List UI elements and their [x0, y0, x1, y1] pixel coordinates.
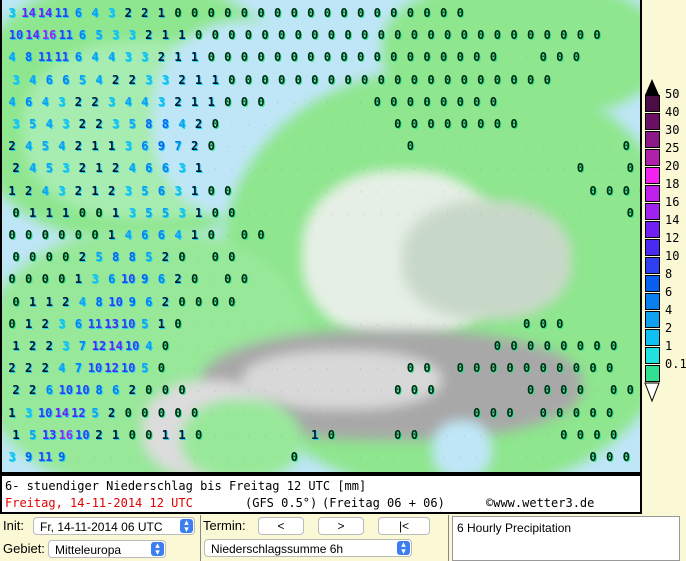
- legend-label: 8: [665, 267, 673, 281]
- legend-label: 16: [665, 195, 680, 209]
- empty-cell: .: [76, 452, 81, 461]
- legend-swatch: [645, 365, 660, 382]
- legend-label: 10: [665, 249, 680, 263]
- empty-cell: .: [126, 452, 131, 461]
- next-button[interactable]: >: [318, 517, 364, 535]
- empty-cell: .: [275, 452, 280, 461]
- empty-cell: .: [424, 452, 430, 461]
- empty-cell: .: [491, 452, 496, 461]
- legend-label: 14: [665, 213, 680, 227]
- termin-label: Termin:: [203, 518, 246, 533]
- legend-label: 2: [665, 321, 673, 335]
- init-label: Init:: [3, 518, 24, 533]
- legend-label: 50: [665, 87, 680, 101]
- legend-swatch: [645, 149, 660, 166]
- empty-cell: .: [391, 452, 396, 461]
- legend-swatch: [645, 221, 660, 238]
- chevron-updown-icon: ▴ ▾: [397, 540, 410, 556]
- caption-run: (Freitag 06 + 06): [322, 496, 445, 510]
- legend-label: 18: [665, 177, 680, 191]
- empty-cell: .: [358, 452, 363, 461]
- caption-copyright: ©www.wetter3.de: [486, 496, 595, 510]
- empty-cell: .: [142, 452, 147, 461]
- empty-cell: .: [375, 452, 380, 461]
- legend-label: 40: [665, 105, 680, 119]
- gebiet-select[interactable]: Mitteleuropa ▴ ▾: [48, 540, 166, 558]
- legend-label: 25: [665, 141, 680, 155]
- empty-cell: .: [541, 452, 546, 461]
- caption-model: (GFS 0.5°): [245, 496, 318, 510]
- init-value: Fr, 14-11-2014 06 UTC: [40, 520, 163, 534]
- legend-label: 1: [665, 339, 673, 353]
- product-value: Niederschlagssumme 6h: [211, 542, 344, 556]
- previous-button[interactable]: <: [258, 517, 304, 535]
- chevron-updown-icon: ▴ ▾: [151, 541, 164, 557]
- empty-cell: .: [159, 452, 164, 461]
- precip-value: 0: [622, 450, 630, 464]
- legend-swatch: [645, 347, 660, 364]
- color-legend: 50 40 30 25 20 18 16 14 12 10 8 6 4 2 1 0.1: [644, 78, 686, 408]
- init-select[interactable]: Fr, 14-11-2014 06 UTC ▴ ▾: [33, 517, 195, 535]
- gebiet-value: Mitteleuropa: [55, 543, 122, 557]
- legend-swatch: [645, 311, 660, 328]
- empty-cell: .: [524, 452, 529, 461]
- empty-cell: .: [458, 452, 463, 461]
- empty-cell: .: [92, 452, 98, 461]
- legend-label: 6: [665, 285, 673, 299]
- divider: [448, 515, 449, 561]
- empty-cell: .: [242, 452, 247, 461]
- map-row: 3 9 11 9 . . . . . . . . . . . . . 0 . .…: [2, 0, 640, 472]
- empty-cell: .: [175, 452, 181, 461]
- empty-cell: .: [308, 452, 313, 461]
- legend-label: 4: [665, 303, 673, 317]
- divider: [200, 515, 201, 561]
- product-select[interactable]: Niederschlagssumme 6h ▴ ▾: [204, 539, 412, 557]
- map-caption: 6- stuendiger Niederschlag bis Freitag 1…: [0, 474, 642, 514]
- empty-cell: .: [441, 452, 446, 461]
- precipitation-map: 3 14 14 11 6 4 3 2 2 1 0 0 0 0 0 0 0 0 0…: [0, 0, 642, 474]
- empty-cell: .: [325, 452, 330, 461]
- chevron-updown-icon: ▴ ▾: [180, 518, 193, 534]
- precip-value: 11: [37, 450, 53, 464]
- empty-cell: .: [209, 452, 214, 461]
- precip-value: 9: [24, 450, 33, 464]
- legend-label: 12: [665, 231, 680, 245]
- legend-swatch: [645, 239, 660, 256]
- empty-cell: .: [507, 452, 513, 461]
- legend-label: 0.1: [665, 357, 686, 371]
- precip-value: 0: [290, 450, 298, 464]
- caption-date: Freitag, 14-11-2014 12 UTC: [5, 496, 193, 510]
- precip-value: 0: [605, 450, 614, 464]
- legend-swatch: [645, 329, 660, 346]
- empty-cell: .: [408, 452, 413, 461]
- legend-swatch: [645, 95, 660, 112]
- gebiet-label: Gebiet:: [3, 541, 45, 556]
- legend-swatch: [645, 257, 660, 274]
- legend-swatch: [645, 131, 660, 148]
- empty-cell: .: [258, 452, 264, 461]
- precip-value: 3: [8, 450, 16, 464]
- caption-title: 6- stuendiger Niederschlag bis Freitag 1…: [5, 479, 367, 493]
- legend-swatch: [645, 293, 660, 310]
- legend-label: 20: [665, 159, 680, 173]
- legend-swatch: [645, 275, 660, 292]
- description-textarea[interactable]: 6 Hourly Precipitation: [452, 516, 680, 561]
- precip-value: 9: [58, 450, 66, 464]
- legend-swatch: [645, 167, 660, 184]
- empty-cell: .: [474, 452, 479, 461]
- empty-cell: .: [109, 452, 114, 461]
- empty-cell: .: [192, 452, 197, 461]
- empty-cell: .: [341, 452, 347, 461]
- legend-swatch: [645, 203, 660, 220]
- legend-label: 30: [665, 123, 680, 137]
- empty-cell: .: [557, 452, 562, 461]
- empty-cell: .: [225, 452, 230, 461]
- precip-value: 0: [589, 450, 597, 464]
- legend-swatch: [645, 185, 660, 202]
- first-button[interactable]: |<: [378, 517, 430, 535]
- legend-swatch: [645, 113, 660, 130]
- empty-cell: .: [574, 452, 579, 461]
